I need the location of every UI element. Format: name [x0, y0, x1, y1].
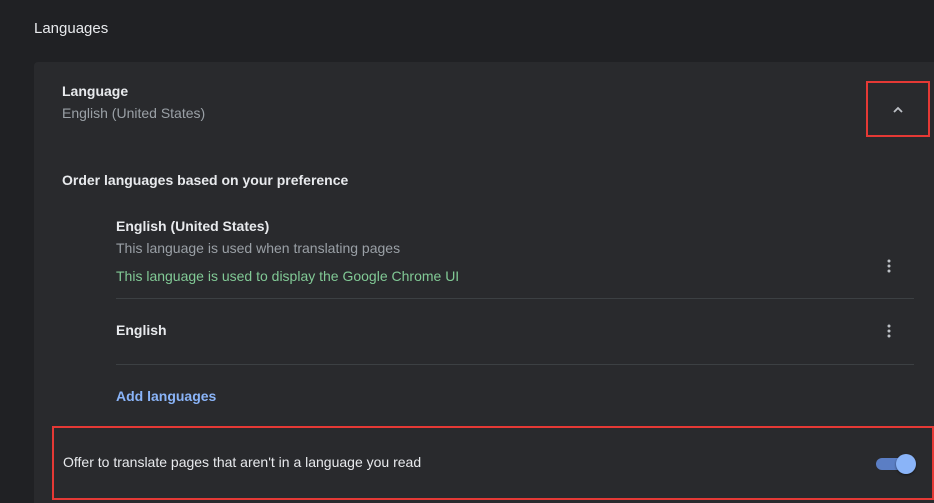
- language-list-item: English (United States) This language is…: [116, 210, 914, 299]
- offer-translate-row: Offer to translate pages that aren't in …: [52, 426, 934, 500]
- settings-page: Languages Language English (United State…: [0, 0, 934, 503]
- add-languages-button[interactable]: Add languages: [116, 388, 216, 404]
- language-more-button[interactable]: [880, 254, 898, 278]
- offer-translate-toggle[interactable]: [874, 454, 918, 474]
- language-header: Language English (United States): [62, 83, 205, 121]
- language-name: English (United States): [116, 218, 270, 234]
- translate-note: This language is used when translating p…: [116, 240, 401, 256]
- more-vert-icon: [887, 259, 891, 273]
- section-title: Languages: [34, 20, 109, 37]
- more-vert-icon: [887, 324, 891, 338]
- current-language: English (United States): [62, 105, 206, 121]
- language-more-button[interactable]: [880, 319, 898, 343]
- language-name: English: [116, 322, 167, 338]
- chevron-up-icon: [893, 106, 903, 113]
- language-label: Language: [62, 83, 129, 99]
- order-languages-label: Order languages based on your preference: [62, 172, 349, 188]
- toggle-knob: [896, 454, 916, 474]
- language-list-item: English: [116, 299, 914, 365]
- ui-language-note: This language is used to display the Goo…: [116, 268, 460, 284]
- offer-translate-label: Offer to translate pages that aren't in …: [63, 454, 422, 470]
- collapse-language-button[interactable]: [866, 81, 930, 137]
- languages-card: Language English (United States) Order l…: [34, 62, 934, 503]
